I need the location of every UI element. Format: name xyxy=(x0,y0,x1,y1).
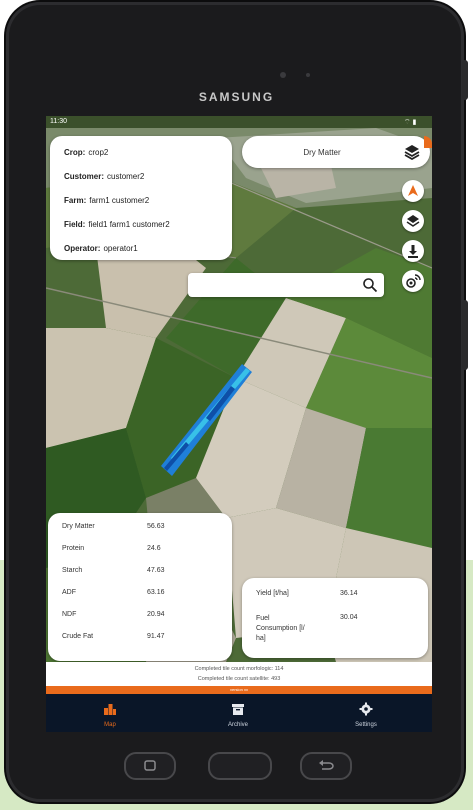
quality-row-starch: Starch 47.63 xyxy=(62,567,165,574)
quality-row-dry-matter: Dry Matter 56.63 xyxy=(62,523,165,530)
sensor xyxy=(306,73,310,77)
info-row-farm: Farm: farm1 customer2 xyxy=(64,196,150,205)
front-camera xyxy=(280,72,286,78)
stack-icon xyxy=(406,215,420,227)
yield-value: 36.14 xyxy=(340,590,358,597)
field-info-card: Crop: crop2 Customer: customer2 Farm: farm1… xyxy=(50,136,232,260)
yield-label: Yield [t/ha] xyxy=(256,590,289,597)
status-time: 11:30 xyxy=(50,118,67,125)
tile-count-satellite: Completed tile count satellite: 493 xyxy=(197,676,281,682)
info-row-customer: Customer: customer2 xyxy=(64,172,145,181)
recent-apps-icon xyxy=(144,760,156,771)
search-input[interactable] xyxy=(194,277,358,295)
info-row-crop: Crop: crop2 xyxy=(64,148,109,157)
nav-item-settings[interactable]: Settings xyxy=(302,694,430,732)
status-icons: ⌔ ▮ xyxy=(404,119,417,126)
fuel-label: Fuel Consumption [l/ ha] xyxy=(256,615,305,642)
quality-row-protein: Protein 24.6 xyxy=(62,545,161,552)
gps-button[interactable] xyxy=(402,270,424,292)
search-icon[interactable] xyxy=(362,277,378,293)
search-field[interactable] xyxy=(188,273,384,297)
back-key[interactable] xyxy=(300,752,352,780)
gps-icon xyxy=(406,274,421,288)
layer-selector-label: Dry Matter xyxy=(303,148,341,157)
nav-label-archive: Archive xyxy=(227,722,248,728)
quality-row-adf: ADF 63.16 xyxy=(62,589,165,596)
status-bar: 11:30 ⌔ ▮ xyxy=(46,116,432,128)
nav-item-archive[interactable]: Archive xyxy=(174,694,302,732)
settings-icon xyxy=(359,702,373,716)
archive-icon xyxy=(232,704,244,715)
download-icon xyxy=(408,245,418,258)
back-icon xyxy=(319,760,334,770)
nav-label-map: Map xyxy=(104,722,116,728)
nav-label-settings: Settings xyxy=(355,722,377,728)
navigation-arrow-icon xyxy=(408,185,418,196)
quality-row-ndf: NDF 20.94 xyxy=(62,611,165,618)
download-button[interactable] xyxy=(402,240,424,262)
quality-row-crude-fat: Crude Fat 91.47 xyxy=(62,633,165,640)
quality-card: Dry Matter 56.63 Protein 24.6 Starch 47.63 … xyxy=(48,513,232,661)
tile-count-footer: Completed tile count morfologic: 114 Com… xyxy=(46,662,432,686)
layers-icon xyxy=(404,145,420,160)
recent-apps-key[interactable] xyxy=(124,752,176,780)
layer-selector[interactable]: Dry Matter xyxy=(242,136,430,168)
home-key[interactable] xyxy=(208,752,272,780)
version-bar: version xx xyxy=(46,686,432,694)
info-row-operator: Operator: operator1 xyxy=(64,244,138,253)
navigation-button[interactable] xyxy=(402,180,424,202)
bottom-navigation: Map Archive Settings xyxy=(46,694,432,732)
volume-key xyxy=(462,300,468,370)
layers-button[interactable] xyxy=(402,210,424,232)
app-screen: 11:30 ⌔ ▮ Crop: crop2 Customer: customer2 … xyxy=(46,116,432,732)
yield-card: Yield [t/ha] 36.14 Fuel Consumption [l/ … xyxy=(242,578,428,658)
tile-count-morfologic: Completed tile count morfologic: 114 xyxy=(194,666,284,672)
version-label: version xx xyxy=(229,687,248,692)
nav-item-map[interactable]: Map xyxy=(46,694,174,732)
fuel-value: 30.04 xyxy=(340,614,358,621)
brand-label: SAMSUNG xyxy=(198,90,275,104)
info-row-field: Field: field1 farm1 customer2 xyxy=(64,220,170,229)
map-icon xyxy=(104,704,116,715)
